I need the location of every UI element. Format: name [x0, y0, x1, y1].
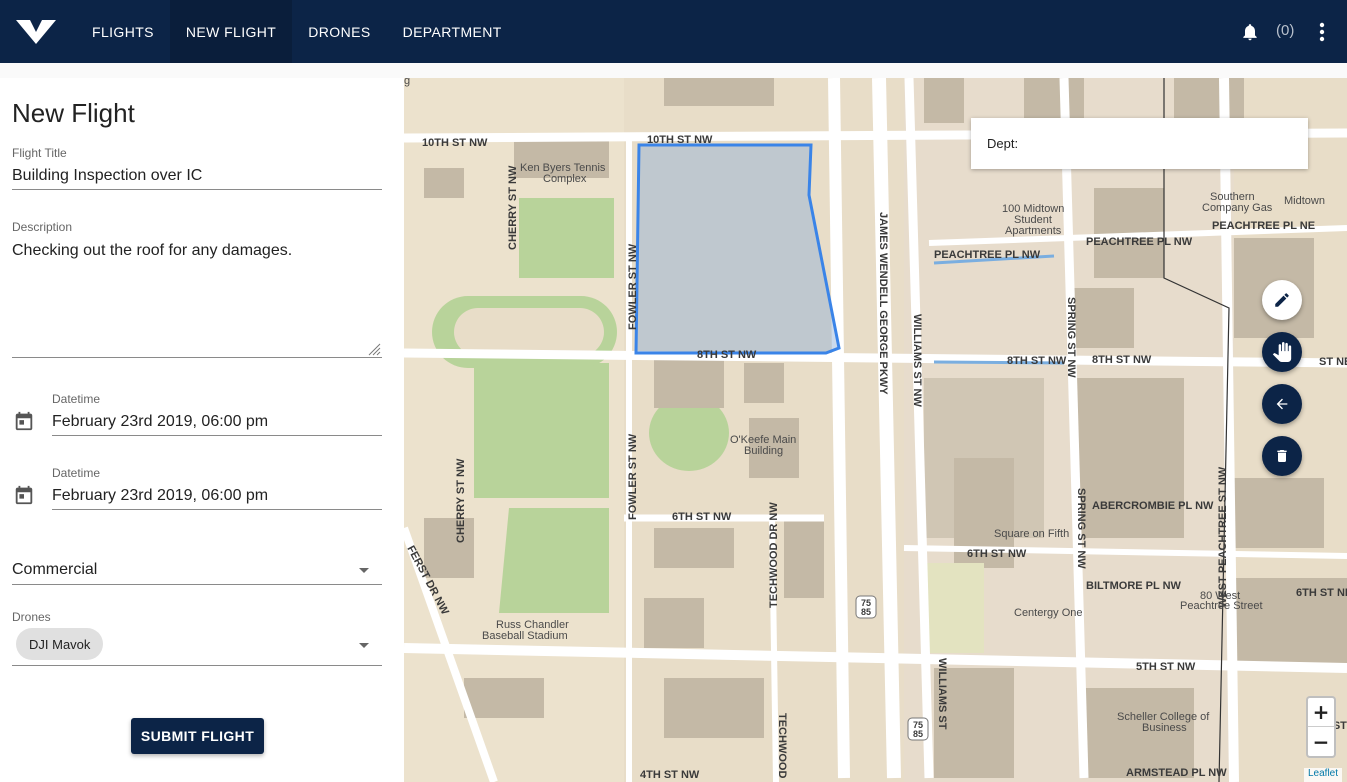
- description-textarea[interactable]: Checking out the roof for any damages.: [12, 242, 382, 260]
- main-nav: FLIGHTS NEW FLIGHT DRONES DEPARTMENT: [76, 0, 518, 63]
- map-view[interactable]: 75 85 75 85 10TH ST NW 10TH ST NW 8TH ST…: [404, 78, 1347, 782]
- svg-text:Centergy One: Centergy One: [1014, 607, 1082, 619]
- street-label: 5TH ST NW: [1136, 661, 1196, 673]
- map-attribution-link[interactable]: Leaflet: [1304, 768, 1343, 782]
- draw-polygon-button[interactable]: [1262, 280, 1302, 320]
- flight-title-underline: [12, 189, 382, 190]
- calendar-icon[interactable]: [13, 484, 35, 506]
- street-label: 4TH ST NW: [640, 769, 700, 781]
- svg-text:SPRING ST NW: SPRING ST NW: [1065, 297, 1077, 378]
- street-label: ST NE: [1319, 356, 1347, 368]
- zoom-out-button[interactable]: −: [1308, 727, 1334, 756]
- dropdown-arrow-icon[interactable]: [359, 568, 369, 573]
- svg-text:TECHWOOD DR NW: TECHWOOD DR NW: [768, 502, 780, 608]
- page-title: New Flight: [12, 98, 135, 128]
- calendar-icon[interactable]: [13, 410, 35, 432]
- street-label: 6TH ST NE: [1296, 587, 1347, 599]
- resize-grip-icon[interactable]: [368, 343, 381, 356]
- street-label: 8TH ST NW: [697, 349, 757, 361]
- street-label: 6TH ST NW: [672, 511, 732, 523]
- nav-new-flight[interactable]: NEW FLIGHT: [169, 0, 293, 63]
- flight-area-polygon[interactable]: [634, 143, 841, 355]
- start-datetime-label: Datetime: [52, 392, 101, 406]
- nav-department[interactable]: DEPARTMENT: [387, 0, 518, 63]
- nav-flights[interactable]: FLIGHTS: [76, 0, 170, 63]
- svg-text:CHERRY ST NW: CHERRY ST NW: [455, 458, 467, 543]
- logo-icon[interactable]: [16, 16, 56, 46]
- svg-text:Apartments: Apartments: [1005, 225, 1062, 237]
- notification-count: (0): [1276, 22, 1295, 39]
- street-label: 10TH ST NW: [647, 134, 713, 146]
- svg-text:Complex: Complex: [543, 173, 587, 185]
- flight-type-select[interactable]: Commercial: [12, 561, 97, 579]
- svg-text:Company Gas: Company Gas: [1202, 202, 1273, 214]
- svg-text:Peachtree Street: Peachtree Street: [1180, 600, 1263, 612]
- drones-underline: [12, 665, 382, 666]
- svg-text:FOWLER ST NW: FOWLER ST NW: [627, 433, 639, 520]
- end-datetime-input[interactable]: February 23rd 2019, 06:00 pm: [52, 487, 268, 505]
- svg-text:CHERRY ST NW: CHERRY ST NW: [507, 165, 519, 250]
- svg-text:Business: Business: [1142, 722, 1187, 734]
- street-label: 6TH ST NW: [967, 548, 1027, 560]
- street-label: PEACHTREE PL NW: [1086, 236, 1193, 248]
- map-tiles: 75 85 75 85 10TH ST NW 10TH ST NW 8TH ST…: [404, 78, 1347, 782]
- arrow-back-icon: [1276, 398, 1288, 410]
- svg-text:Baseball Stadium: Baseball Stadium: [482, 630, 568, 642]
- svg-text:85: 85: [861, 607, 871, 617]
- pencil-icon: [1275, 293, 1289, 307]
- flight-title-label: Flight Title: [12, 146, 67, 160]
- street-label: ABERCROMBIE PL NW: [1092, 500, 1214, 512]
- svg-text:TECHWOOD: TECHWOOD: [776, 713, 788, 778]
- bell-icon[interactable]: [1240, 22, 1260, 42]
- start-datetime-input[interactable]: February 23rd 2019, 06:00 pm: [52, 413, 268, 431]
- drone-chip[interactable]: DJI Mavok: [16, 628, 104, 660]
- svg-text:g: g: [404, 78, 410, 87]
- pan-button[interactable]: [1262, 332, 1302, 372]
- new-flight-form: New Flight Flight Title Building Inspect…: [0, 78, 404, 782]
- description-underline: [12, 357, 382, 358]
- svg-text:Square on Fifth: Square on Fifth: [994, 528, 1069, 540]
- zoom-control: + −: [1306, 696, 1336, 758]
- street-label: 8TH ST NW: [1092, 354, 1152, 366]
- street-label: PEACHTREE PL NE: [1212, 220, 1315, 232]
- nav-drones[interactable]: DRONES: [292, 0, 386, 63]
- description-label: Description: [12, 220, 73, 234]
- start-datetime-underline: [52, 435, 382, 436]
- street-label: ARMSTEAD PL NW: [1126, 767, 1227, 779]
- end-datetime-underline: [52, 509, 382, 510]
- end-datetime-label: Datetime: [52, 466, 101, 480]
- app-bar: FLIGHTS NEW FLIGHT DRONES DEPARTMENT (0): [0, 0, 1347, 63]
- flight-type-underline: [12, 584, 382, 585]
- more-vert-icon[interactable]: [1312, 20, 1332, 44]
- svg-text:FOWLER ST NW: FOWLER ST NW: [627, 243, 639, 330]
- street-label: 8TH ST NW: [1007, 355, 1067, 367]
- dept-info-box: Dept:: [971, 118, 1308, 169]
- street-label: PEACHTREE PL NW: [934, 249, 1041, 261]
- trash-icon: [1277, 450, 1287, 462]
- hand-icon: [1272, 342, 1292, 362]
- dept-label: Dept:: [987, 136, 1019, 151]
- street-label: BILTMORE PL NW: [1086, 580, 1182, 592]
- undo-button[interactable]: [1262, 384, 1302, 424]
- svg-text:85: 85: [913, 729, 923, 739]
- svg-text:WILLIAMS ST: WILLIAMS ST: [936, 658, 948, 730]
- dropdown-arrow-icon[interactable]: [359, 643, 369, 648]
- delete-button[interactable]: [1262, 436, 1302, 476]
- street-label: 10TH ST NW: [422, 137, 488, 149]
- svg-text:Midtown: Midtown: [1284, 195, 1325, 207]
- svg-text:JAMES WENDELL GEORGE PKWY: JAMES WENDELL GEORGE PKWY: [877, 212, 889, 395]
- drones-label: Drones: [12, 610, 51, 624]
- svg-text:Building: Building: [744, 445, 783, 457]
- zoom-in-button[interactable]: +: [1308, 698, 1334, 727]
- svg-text:WILLIAMS ST NW: WILLIAMS ST NW: [911, 314, 923, 407]
- svg-text:SPRING ST NW: SPRING ST NW: [1075, 488, 1087, 569]
- svg-text:WEST PEACHTREE ST NW: WEST PEACHTREE ST NW: [1217, 466, 1229, 608]
- flight-title-input[interactable]: Building Inspection over IC: [12, 167, 202, 185]
- submit-flight-button[interactable]: SUBMIT FLIGHT: [131, 718, 264, 754]
